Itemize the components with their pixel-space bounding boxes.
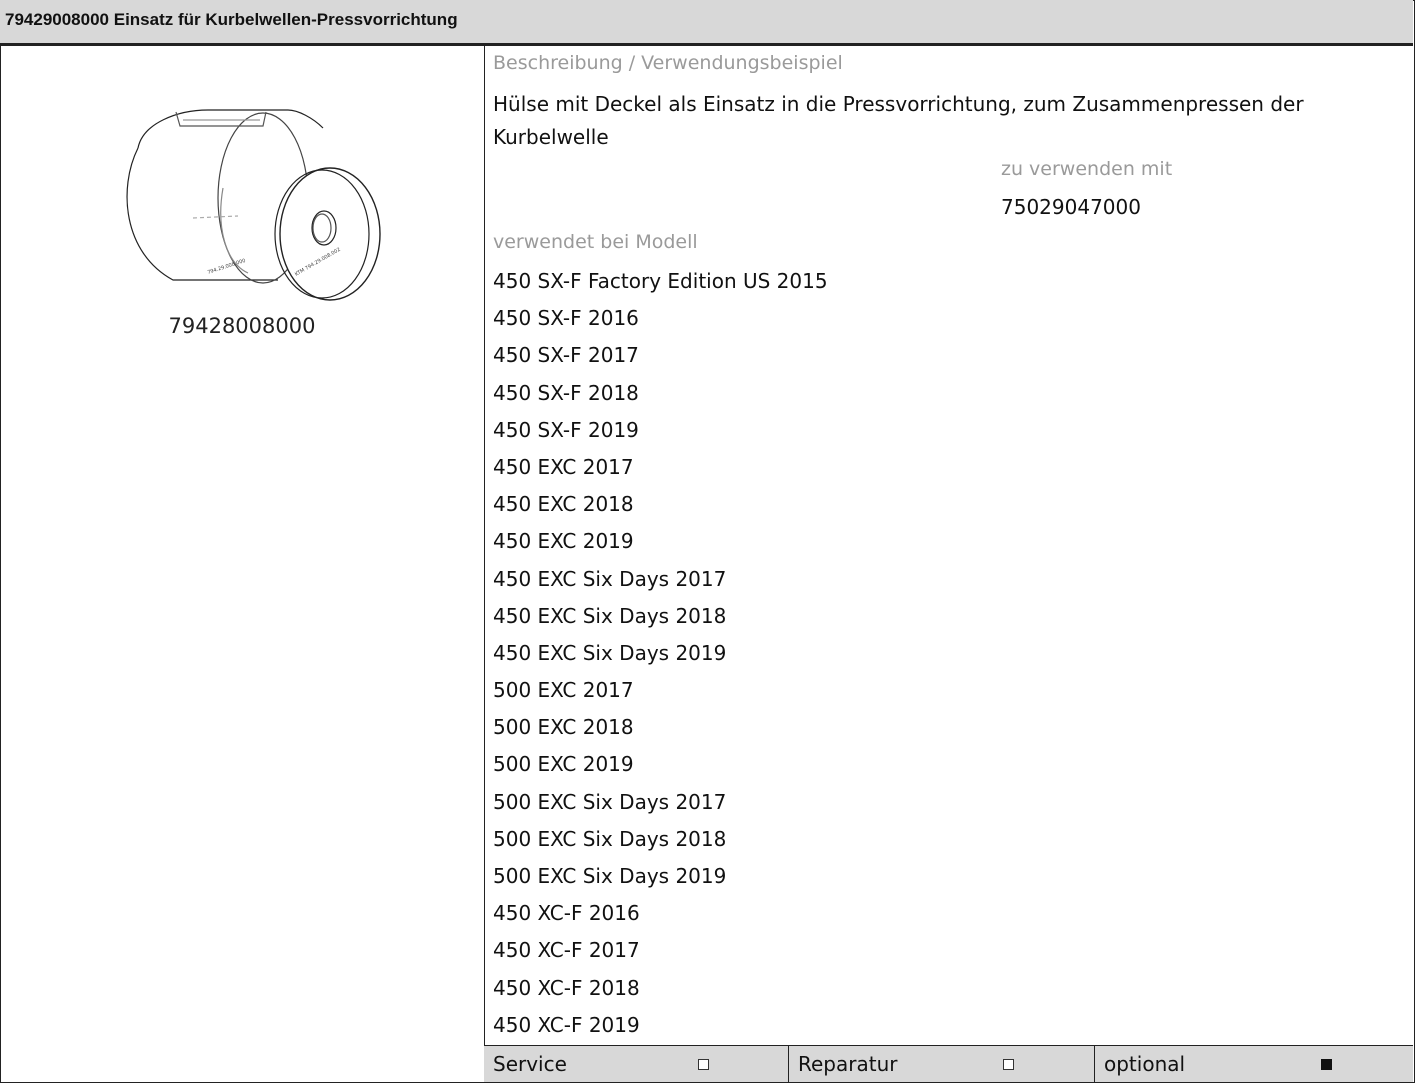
description-label: Beschreibung / Verwendungsbeispiel	[493, 52, 843, 74]
category-repair-label: Reparatur	[798, 1052, 898, 1076]
tool-part-number: 79428008000	[168, 314, 316, 338]
model-item: 500 EXC 2019	[493, 752, 634, 777]
model-item: 500 EXC Six Days 2019	[493, 864, 727, 888]
model-item: 450 EXC 2018	[493, 492, 634, 517]
models-label: verwendet bei Modell	[493, 231, 698, 253]
use-with-label: zu verwenden mit	[1001, 158, 1173, 180]
tool-image-panel: 794.29.008.000 KTM 794.29.008.002 794280…	[0, 46, 484, 1081]
model-item: 500 EXC 2017	[493, 678, 634, 703]
category-service-label: Service	[493, 1052, 567, 1076]
sleeve-with-cover-illustration: 794.29.008.000 KTM 794.29.008.002	[126, 109, 381, 301]
model-item: 450 EXC Six Days 2019	[493, 640, 727, 665]
model-item: 450 XC-F 2017	[493, 938, 640, 963]
category-bar: Service Reparatur optional	[484, 1045, 1413, 1082]
use-with-value: 75029047000	[1001, 195, 1141, 219]
model-item: 450 XC-F 2016	[493, 901, 640, 926]
column-divider	[484, 46, 485, 1081]
model-item: 450 EXC 2019	[493, 529, 634, 554]
model-item: 450 XC-F 2019	[493, 1012, 640, 1037]
category-service: Service	[484, 1046, 789, 1082]
model-list: 450 SX-F Factory Edition US 2015 450 SX-…	[493, 267, 828, 1048]
category-repair-checkbox[interactable]	[1003, 1059, 1014, 1070]
model-item: 450 SX-F 2016	[493, 306, 639, 331]
category-optional-label: optional	[1104, 1052, 1186, 1076]
model-item: 450 SX-F 2017	[493, 343, 639, 368]
category-service-checkbox[interactable]	[698, 1059, 709, 1070]
model-item: 450 SX-F Factory Edition US 2015	[493, 269, 828, 293]
page-title: 79429008000 Einsatz für Kurbelwellen-Pre…	[5, 10, 458, 29]
title-bar: 79429008000 Einsatz für Kurbelwellen-Pre…	[0, 0, 1413, 46]
model-item: 450 SX-F 2018	[493, 380, 639, 405]
category-optional: optional	[1095, 1046, 1412, 1082]
model-item: 450 EXC 2017	[493, 454, 634, 479]
model-item: 500 EXC 2018	[493, 715, 634, 740]
model-item: 450 EXC Six Days 2017	[493, 566, 727, 591]
model-item: 450 EXC Six Days 2018	[493, 603, 727, 628]
description-text: Hülse mit Deckel als Einsatz in die Pres…	[493, 92, 1304, 149]
sleeve-engraving: 794.29.008.000	[207, 258, 247, 276]
category-repair: Reparatur	[789, 1046, 1095, 1082]
model-item: 450 SX-F 2019	[493, 417, 639, 442]
category-optional-checkbox[interactable]	[1321, 1059, 1332, 1070]
model-item: 450 XC-F 2018	[493, 975, 640, 1000]
model-item: 500 EXC Six Days 2017	[493, 789, 727, 814]
model-item: 500 EXC Six Days 2018	[493, 826, 727, 851]
